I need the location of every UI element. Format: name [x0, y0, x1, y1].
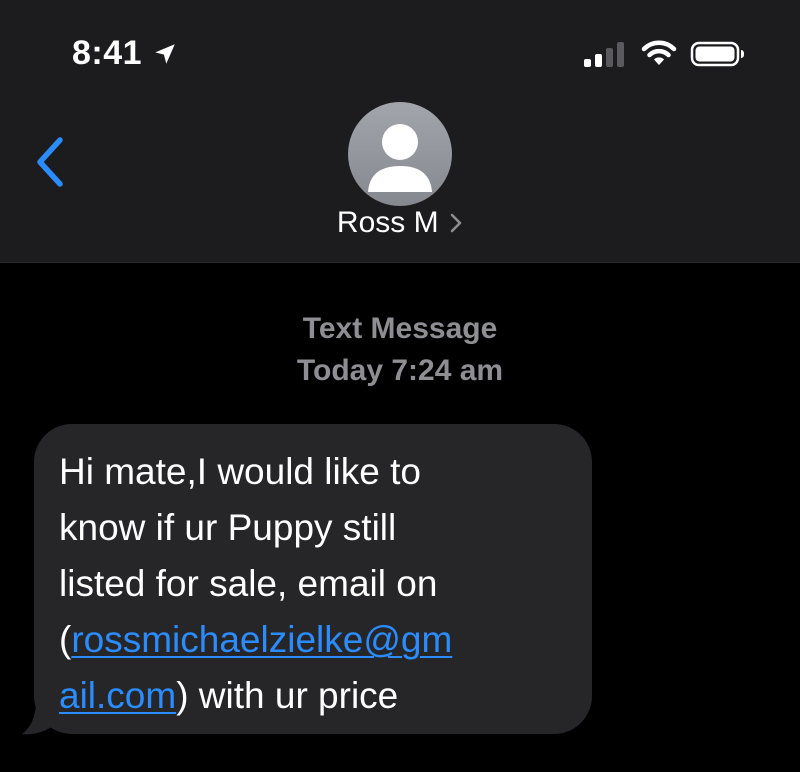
back-button[interactable] — [30, 134, 70, 190]
message-text-fragment: ) with ur price — [176, 675, 399, 716]
conversation-header: 8:41 Ross M — [0, 0, 800, 263]
contact-name: Ross M — [336, 206, 439, 239]
message-timestamp: Text Message Today 7:24 am — [0, 308, 800, 392]
email-link-continued[interactable]: ail.com — [59, 675, 176, 716]
email-link[interactable]: rossmichaelzielke@gm — [71, 619, 452, 660]
person-silhouette-icon — [368, 124, 432, 192]
messages-screen: 8:41 Ross M Text Message Today 7:24 am H… — [0, 0, 800, 772]
message-text: Hi mate,I would like to know if ur Puppy… — [59, 444, 568, 724]
cellular-signal-icon — [584, 42, 624, 67]
battery-icon — [690, 41, 744, 67]
message-line: Hi mate,I would like to — [59, 451, 421, 492]
message-line: know if ur Puppy still — [59, 507, 397, 548]
status-bar-time: 8:41 — [72, 34, 178, 73]
chevron-right-icon — [450, 213, 462, 233]
avatar[interactable] — [348, 102, 452, 206]
chevron-left-icon — [37, 137, 63, 187]
incoming-message-bubble[interactable]: Hi mate,I would like to know if ur Puppy… — [34, 424, 592, 734]
message-line: listed for sale, email on — [59, 563, 438, 604]
service-label: Text Message — [302, 312, 498, 345]
timestamp: Today 7:24 am — [296, 354, 504, 387]
wifi-icon — [641, 40, 677, 65]
location-arrow-icon — [155, 43, 175, 64]
contact-name-button[interactable]: Ross M — [0, 206, 800, 240]
time-label: 8:41 — [72, 34, 143, 72]
message-text-fragment: ( — [59, 619, 72, 660]
